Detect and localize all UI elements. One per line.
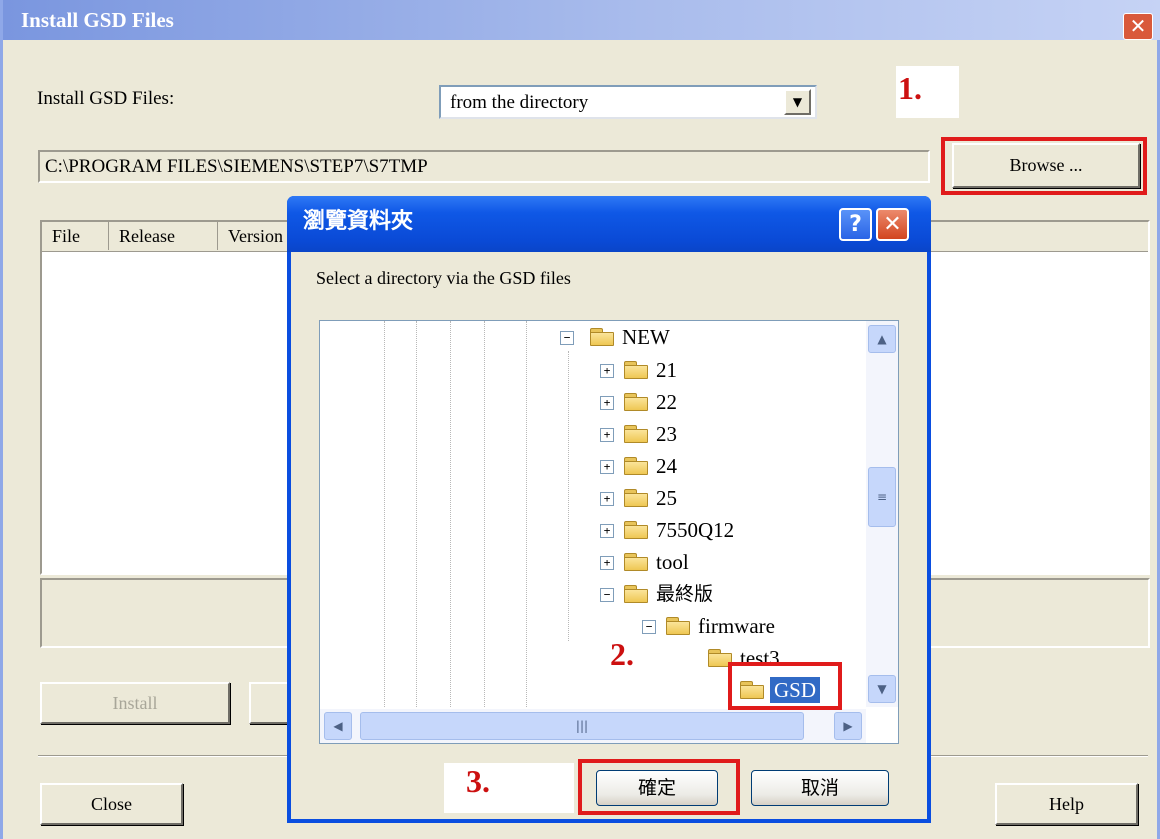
- instruction-text: Select a directory via the GSD files: [316, 268, 571, 288]
- scroll-down-icon[interactable]: ▼: [868, 675, 896, 703]
- horizontal-scrollbar[interactable]: ◀ ||| ▶: [320, 709, 866, 743]
- expand-icon[interactable]: +: [600, 524, 614, 538]
- tree-item-label: tool: [656, 550, 689, 574]
- browse-dialog-body: Select a directory via the GSD files − N…: [291, 252, 927, 819]
- expand-icon[interactable]: +: [600, 460, 614, 474]
- folder-icon: [624, 489, 648, 507]
- scroll-left-icon[interactable]: ◀: [324, 712, 352, 740]
- browse-folder-dialog: 瀏覽資料夾 ? ✕ Select a directory via the GSD…: [287, 196, 931, 823]
- vertical-scroll-thumb[interactable]: ≡: [868, 467, 896, 527]
- step-1-annotation: 1.: [898, 70, 922, 106]
- install-button[interactable]: Install: [40, 682, 230, 724]
- expand-icon[interactable]: +: [600, 396, 614, 410]
- scroll-right-icon[interactable]: ▶: [834, 712, 862, 740]
- expand-icon[interactable]: +: [600, 556, 614, 570]
- browse-dialog-title: 瀏覽資料夾: [287, 196, 931, 252]
- folder-icon: [624, 457, 648, 475]
- path-field: C:\PROGRAM FILES\SIEMENS\STEP7\S7TMP: [38, 150, 930, 183]
- help-button[interactable]: Help: [995, 783, 1138, 825]
- collapse-icon[interactable]: −: [600, 588, 614, 602]
- close-icon[interactable]: ✕: [876, 208, 909, 241]
- dialog-title: Install GSD Files: [3, 0, 1160, 40]
- ok-highlight: [578, 759, 740, 815]
- dropdown-arrow-icon[interactable]: ▼: [784, 89, 811, 115]
- expand-icon[interactable]: +: [600, 492, 614, 506]
- folder-open-icon: [590, 328, 614, 346]
- folder-icon: [624, 521, 648, 539]
- column-release[interactable]: Release: [109, 222, 218, 250]
- source-select[interactable]: from the directory ▼: [439, 85, 817, 119]
- help-icon[interactable]: ?: [839, 208, 872, 241]
- gsd-highlight: [728, 662, 842, 710]
- cancel-button[interactable]: 取消: [751, 770, 889, 806]
- scroll-up-icon[interactable]: ▲: [868, 325, 896, 353]
- step-2-annotation: 2.: [610, 636, 634, 672]
- annotation-bg-3: [444, 763, 574, 813]
- folder-icon: [624, 553, 648, 571]
- tree-item-label: 7550Q12: [656, 518, 735, 542]
- expand-icon[interactable]: +: [600, 428, 614, 442]
- step-3-annotation: 3.: [466, 763, 490, 799]
- tree-item-label: 25: [656, 486, 677, 510]
- tree-item-label: 最終版: [656, 583, 714, 605]
- install-gsd-label: Install GSD Files:: [37, 88, 175, 109]
- folder-icon: [624, 425, 648, 443]
- tree-item-label: 23: [656, 422, 677, 446]
- source-select-value: from the directory: [450, 92, 589, 113]
- tree-item-label: firmware: [698, 614, 775, 638]
- horizontal-scroll-thumb[interactable]: |||: [360, 712, 804, 740]
- browse-highlight: [941, 137, 1147, 195]
- close-icon[interactable]: ✕: [1123, 13, 1153, 40]
- tree-item-label: 22: [656, 390, 677, 414]
- folder-open-icon: [666, 617, 690, 635]
- folder-open-icon: [624, 585, 648, 603]
- tree-item-label: 24: [656, 454, 677, 478]
- collapse-icon[interactable]: −: [560, 331, 574, 345]
- path-value: C:\PROGRAM FILES\SIEMENS\STEP7\S7TMP: [45, 156, 428, 177]
- expand-icon[interactable]: +: [600, 364, 614, 378]
- collapse-icon[interactable]: −: [642, 620, 656, 634]
- folder-icon: [624, 361, 648, 379]
- folder-icon: [624, 393, 648, 411]
- close-button[interactable]: Close: [40, 783, 183, 825]
- tree-item-label: NEW: [622, 325, 670, 349]
- vertical-scrollbar[interactable]: ▲ ≡ ▼: [866, 321, 898, 707]
- tree-item-label: 21: [656, 358, 677, 382]
- column-file[interactable]: File: [42, 222, 109, 250]
